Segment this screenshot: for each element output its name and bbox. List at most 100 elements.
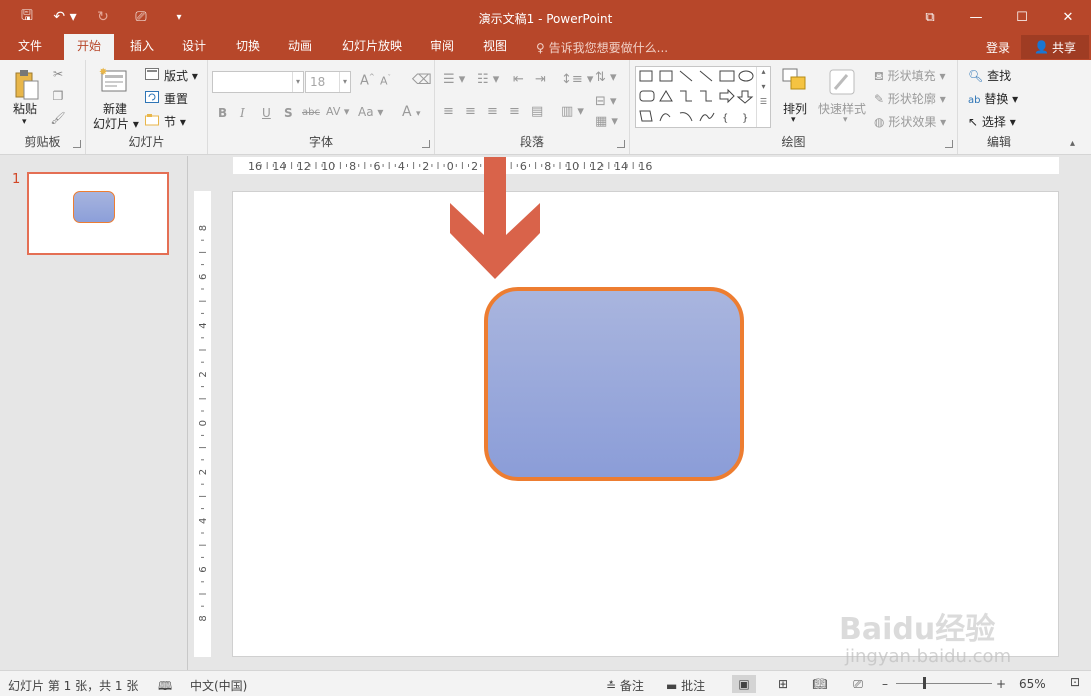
columns-icon[interactable]: ▥ ▾ [561,104,584,119]
quick-styles-dropdown-icon[interactable]: ▾ [843,115,848,125]
arrange-dropdown-icon[interactable]: ▾ [791,115,796,125]
character-spacing-button[interactable]: AV ▾ [326,105,349,118]
font-launcher-icon[interactable] [422,140,430,148]
change-case-button[interactable]: Aa ▾ [358,105,383,119]
shapes-gallery-scroll[interactable]: ▴ ▾ ☰ [756,67,770,127]
zoom-slider[interactable] [896,683,992,684]
decrease-indent-icon[interactable]: ⇤ [513,72,524,87]
shape-outline-button[interactable]: ✎ 形状轮廓 ▾ [874,90,946,107]
text-direction-icon[interactable]: ⇅ ▾ [595,70,617,85]
spelling-icon[interactable]: 🕮 [158,677,172,696]
smartart-icon[interactable]: ▦ ▾ [595,114,618,129]
quick-styles-button[interactable]: 快速样式 [818,100,866,117]
tab-home[interactable]: 开始 [64,34,114,60]
line-spacing-icon[interactable]: ↕≡ ▾ [561,72,593,87]
format-painter-icon[interactable]: 🖌 [50,110,66,126]
sign-in-link[interactable]: 登录 [986,39,1010,56]
slide-thumbnail[interactable] [27,172,169,255]
select-button[interactable]: ↖ 选择 ▾ [968,113,1016,130]
clipboard-launcher-icon[interactable] [73,140,81,148]
quick-styles-icon [826,66,858,98]
notes-button[interactable]: ≛ 备注 [606,677,644,694]
vertical-ruler: 8 6 4 2 0 2 4 6 8 [194,191,211,657]
shadow-button[interactable]: S [284,106,293,120]
align-center-icon[interactable]: ≡ [465,104,476,119]
tab-view[interactable]: 视图 [473,34,517,60]
reset-button[interactable]: 重置 [164,90,188,107]
align-right-icon[interactable]: ≡ [487,104,498,119]
distributed-icon[interactable]: ▤ [531,104,543,119]
shape-effects-button[interactable]: ◍ 形状效果 ▾ [874,113,946,130]
share-button[interactable]: 👤 共享 [1021,35,1089,59]
fit-to-window-icon[interactable]: ⊡ [1070,675,1080,689]
comments-button[interactable]: ▬ 批注 [666,677,705,694]
shrink-font-icon[interactable]: Aˇ [380,74,391,88]
magnifier-icon: 🔍︎ [968,69,984,83]
cut-icon[interactable]: ✂ [50,66,66,82]
find-button[interactable]: 🔍︎ 查找 [968,67,1011,84]
paste-button[interactable]: 粘贴 [13,100,37,117]
new-slide-dropdown[interactable]: 幻灯片 ▾ [93,115,139,132]
paste-dropdown-icon[interactable]: ▾ [22,117,27,127]
bold-button[interactable]: B [218,106,227,120]
slide-sorter-icon[interactable]: ⊞ [771,675,795,693]
tab-transitions[interactable]: 切换 [226,34,270,60]
strikethrough-button[interactable]: abc [302,107,320,118]
tab-file[interactable]: 文件 [8,34,52,60]
collapse-ribbon-icon[interactable]: ▴ [1070,138,1075,149]
slide-canvas[interactable]: Baidu经验 jingyan.baidu.com [232,191,1059,667]
paste-icon[interactable] [12,68,42,102]
grow-font-icon[interactable]: A^ [360,73,375,88]
font-size-dropdown-icon[interactable]: ▾ [339,72,350,92]
layout-icon [144,66,160,82]
slide-show-icon[interactable]: ⎚ [846,675,870,693]
font-name-box[interactable]: ▾ [212,71,304,93]
tab-review[interactable]: 审阅 [420,34,464,60]
tab-insert[interactable]: 插入 [120,34,164,60]
maximize-icon[interactable]: ☐ [999,0,1045,34]
drawing-label: 绘图 [781,135,806,149]
font-name-dropdown-icon[interactable]: ▾ [292,72,303,92]
clear-formatting-icon[interactable]: ⌫ [412,72,432,88]
rounded-rectangle-shape[interactable] [484,287,744,481]
align-text-icon[interactable]: ⊟ ▾ [595,94,617,109]
ribbon-display-options-icon[interactable]: ⧉ [907,0,953,34]
underline-button[interactable]: U [262,106,271,120]
paragraph-launcher-icon[interactable] [617,140,625,148]
drawing-launcher-icon[interactable] [945,140,953,148]
comment-icon: ▬ [666,679,678,693]
ribbon-tabs: 文件 开始 插入 设计 切换 动画 幻灯片放映 审阅 视图 ♀ 告诉我您想要做什… [0,34,1091,60]
zoom-slider-thumb[interactable] [923,677,926,689]
ruler-label: 4 [198,322,209,328]
tab-slide-show[interactable]: 幻灯片放映 [336,34,408,60]
layout-button[interactable]: 版式 ▾ [164,67,198,84]
shapes-gallery-icons[interactable]: {} [636,67,756,127]
close-icon[interactable]: ✕ [1045,0,1091,34]
font-color-button[interactable]: A ▾ [402,104,421,120]
bullets-icon[interactable]: ☰ ▾ [443,72,465,87]
person-icon: 👤 [1034,40,1049,54]
shapes-gallery[interactable]: {} ▴ ▾ ☰ [635,66,771,128]
increase-indent-icon[interactable]: ⇥ [535,72,546,87]
normal-view-icon[interactable]: ▣ [732,675,756,693]
section-button[interactable]: 节 ▾ [164,113,186,130]
replace-button[interactable]: ab 替换 ▾ [968,90,1018,107]
copy-icon[interactable]: ❐ [50,88,66,104]
align-left-icon[interactable]: ≡ [443,104,454,119]
language-indicator[interactable]: 中文(中国) [190,677,247,694]
justify-icon[interactable]: ≡ [509,104,520,119]
font-size-box[interactable]: 18 ▾ [305,71,351,93]
ruler-label: 14 [272,160,286,173]
tell-me-box[interactable]: ♀ 告诉我您想要做什么... [536,39,668,56]
zoom-level[interactable]: 65% [1019,677,1046,691]
reading-view-icon[interactable]: 📖︎ [808,675,832,693]
zoom-out-icon[interactable]: – [882,677,888,691]
italic-button[interactable]: I [240,106,245,120]
numbering-icon[interactable]: ☷ ▾ [477,72,499,87]
shape-fill-button[interactable]: ⛾ 形状填充 ▾ [874,67,946,85]
new-slide-icon[interactable]: ✸ [98,66,130,96]
minimize-icon[interactable]: — [953,0,999,34]
tab-design[interactable]: 设计 [172,34,216,60]
tab-animations[interactable]: 动画 [278,34,322,60]
zoom-in-icon[interactable]: + [996,677,1006,691]
